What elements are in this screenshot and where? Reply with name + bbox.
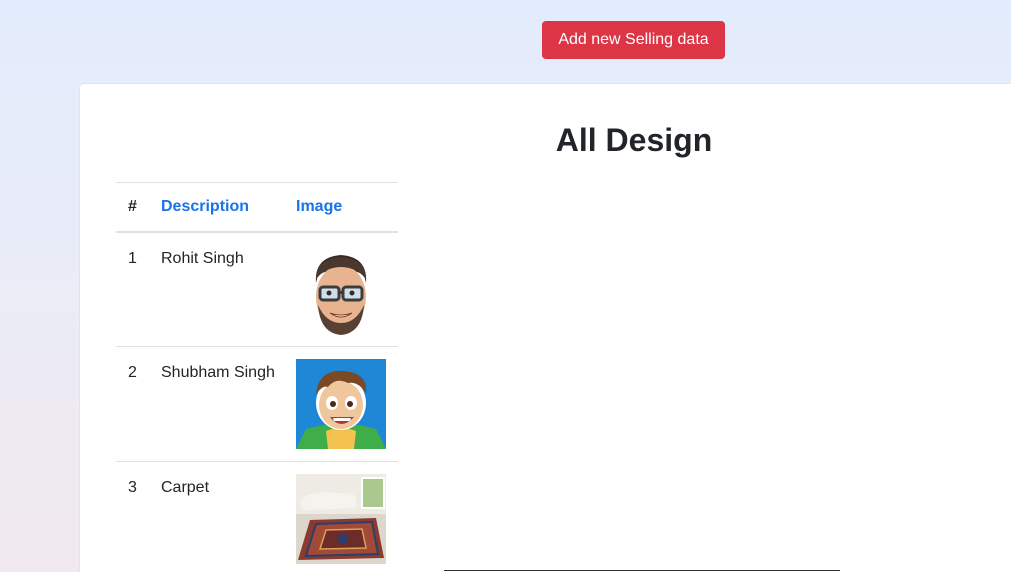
table-header-row: # Description Image [116, 182, 398, 232]
row-image-cell [296, 232, 398, 347]
table-row: 2 Shubham Singh [116, 347, 398, 462]
carpet-photo-image [296, 474, 386, 564]
row-image-cell [296, 347, 398, 462]
add-selling-data-button[interactable]: Add new Selling data [542, 21, 725, 59]
avatar-cartoon-boy-image [296, 359, 386, 449]
column-header-image[interactable]: Image [296, 183, 398, 232]
divider-line [444, 570, 840, 571]
avatar-glasses-man-image [296, 244, 386, 335]
table-row: 3 Carpet [116, 462, 398, 572]
row-description: Rohit Singh [161, 249, 244, 267]
design-table: # Description Image 1 Rohit Singh 2 Shub… [116, 182, 398, 572]
row-number: 3 [128, 479, 137, 496]
page-title: All Design [555, 122, 713, 158]
row-description: Carpet [161, 479, 210, 496]
table-row: 1 Rohit Singh [116, 232, 398, 347]
row-number: 2 [128, 364, 137, 381]
column-header-number: # [128, 197, 137, 215]
row-description: Shubham Singh [161, 364, 275, 381]
row-number: 1 [128, 249, 137, 267]
row-image-cell [296, 462, 398, 572]
column-header-description[interactable]: Description [161, 183, 296, 232]
design-card: All Design # Description Image 1 Rohit S… [79, 83, 1011, 572]
